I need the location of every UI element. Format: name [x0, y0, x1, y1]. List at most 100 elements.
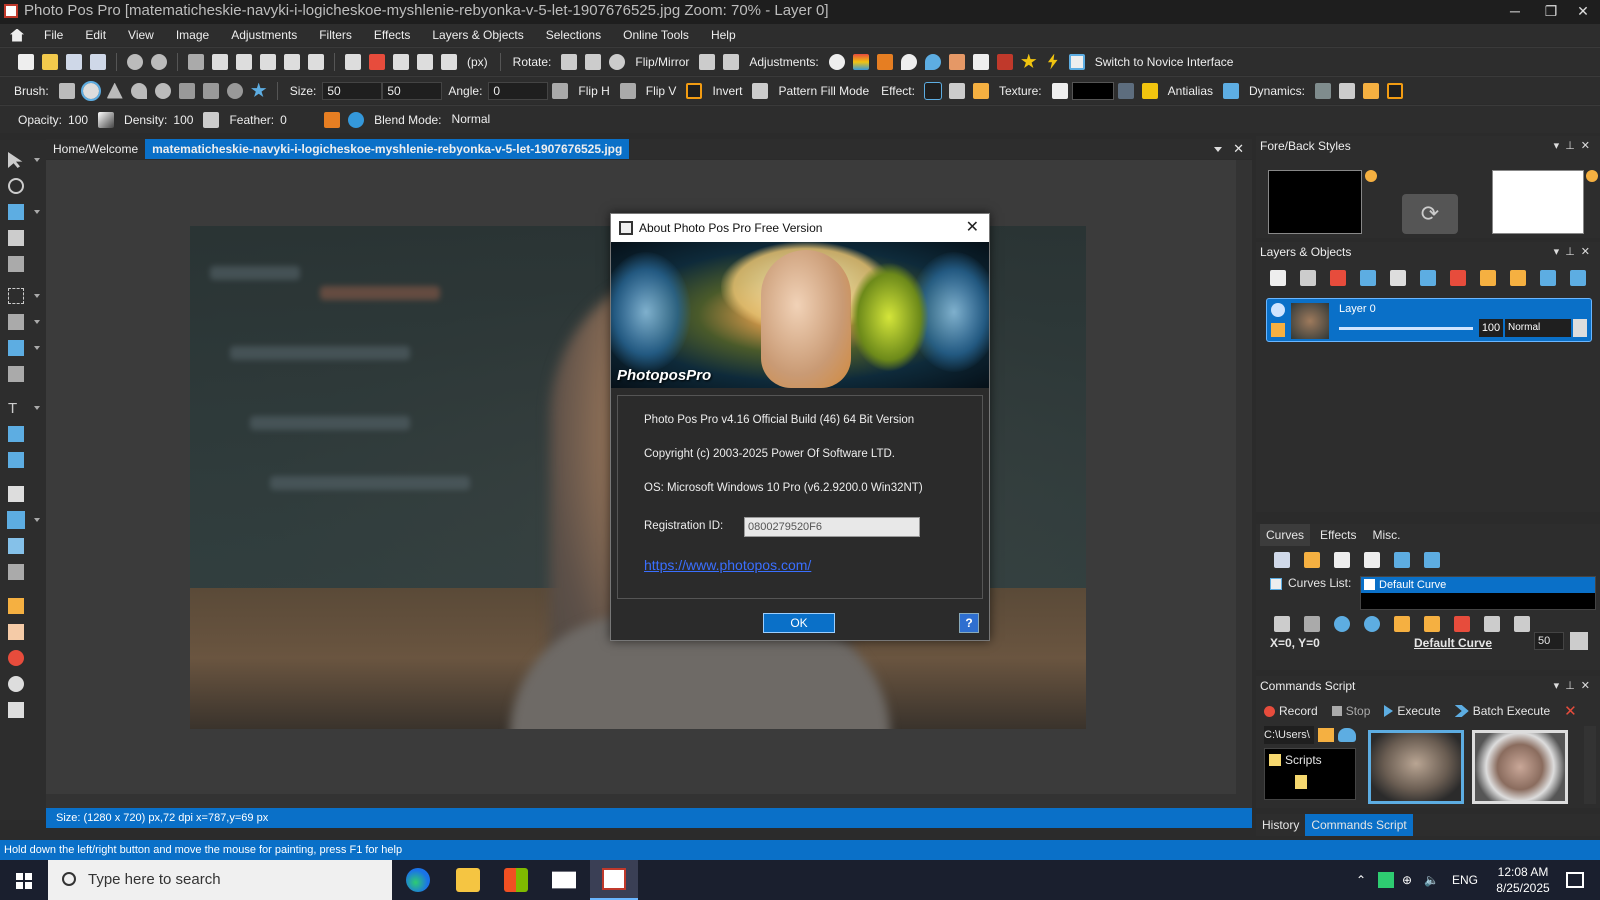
chevron-down-icon[interactable]	[34, 294, 40, 298]
new-layer-icon[interactable]	[1270, 270, 1286, 286]
back-style-icon[interactable]	[1586, 170, 1598, 182]
flip-icon[interactable]	[699, 53, 716, 70]
chevron-down-icon[interactable]	[34, 320, 40, 324]
tab-history[interactable]: History	[1256, 814, 1305, 836]
script-scrollbar[interactable]	[1584, 726, 1596, 804]
flip-h-icon[interactable]	[552, 82, 569, 99]
chevron-down-icon[interactable]	[34, 158, 40, 162]
brush-grass-icon[interactable]	[178, 82, 195, 99]
move-down-icon[interactable]	[1540, 270, 1556, 286]
ungroup-layer-icon[interactable]	[1510, 270, 1526, 286]
flip-v-button[interactable]: Flip V	[646, 84, 677, 98]
effect-brush-icon[interactable]	[923, 81, 942, 100]
feather-input[interactable]: 0	[280, 113, 314, 127]
tab-curves[interactable]: Curves	[1260, 524, 1311, 546]
contrast-icon[interactable]	[828, 53, 845, 70]
tab-misc[interactable]: Misc.	[1366, 524, 1406, 546]
script-path[interactable]: C:\Users\	[1264, 726, 1314, 744]
curve-copy-icon[interactable]	[1394, 616, 1410, 632]
curve-item-checkbox[interactable]	[1364, 579, 1375, 590]
sharpen-icon[interactable]	[900, 53, 917, 70]
effect-texture-icon[interactable]	[972, 82, 989, 99]
texture-checkbox[interactable]	[1051, 82, 1068, 99]
curve-up-icon[interactable]	[1394, 552, 1410, 568]
curve-flip-icon[interactable]	[1484, 616, 1500, 632]
preview-icon[interactable]	[308, 53, 324, 70]
move-bottom-icon[interactable]	[1570, 270, 1586, 286]
close-window-button[interactable]: ✕	[1566, 0, 1600, 22]
menu-layers-objects[interactable]: Layers & Objects	[432, 28, 523, 42]
ruler-icon[interactable]	[369, 53, 385, 70]
fore-color-swatch[interactable]	[1268, 170, 1362, 234]
mail-icon[interactable]	[552, 871, 576, 889]
panel-controls-icon[interactable]: ▾⊥✕	[1554, 242, 1596, 262]
color-balance-icon[interactable]	[852, 53, 869, 70]
shape-tool-icon[interactable]	[8, 426, 24, 442]
record-button[interactable]: Record	[1279, 704, 1318, 718]
curve-point-icon[interactable]	[1334, 616, 1350, 632]
help-button[interactable]: ?	[959, 613, 979, 633]
script-thumbnail-fisheye[interactable]	[1472, 730, 1568, 804]
batch-execute-button[interactable]: Batch Execute	[1473, 704, 1550, 718]
rotate-free-icon[interactable]	[609, 53, 626, 70]
grid-icon[interactable]	[345, 53, 361, 70]
delete-curve-icon[interactable]	[1364, 552, 1380, 568]
texture-dropdown-icon[interactable]	[1117, 82, 1134, 99]
clock[interactable]: 12:08 AM 8/25/2025	[1488, 864, 1558, 896]
rotate-left-icon[interactable]	[561, 53, 578, 70]
network-icon[interactable]: ⊕	[1402, 860, 1412, 900]
taskbar-search[interactable]: Type here to search	[48, 860, 392, 900]
tab-list-chevron-icon[interactable]	[1214, 147, 1222, 152]
brush-snowflake-icon[interactable]	[202, 82, 219, 99]
menu-online-tools[interactable]: Online Tools	[623, 28, 689, 42]
minimize-button[interactable]: ─	[1498, 0, 1532, 22]
layer-opacity-slider[interactable]	[1339, 327, 1473, 330]
novice-interface-button[interactable]: Switch to Novice Interface	[1095, 55, 1234, 69]
eraser-icon[interactable]	[8, 538, 24, 554]
pen-icon[interactable]	[8, 340, 24, 356]
lightning-icon[interactable]	[1047, 53, 1058, 70]
curves-list-checkbox[interactable]	[1270, 578, 1282, 590]
curve-add-icon[interactable]	[1364, 616, 1380, 632]
brush-settings-icon[interactable]	[1387, 82, 1404, 99]
tab-home-welcome[interactable]: Home/Welcome	[46, 139, 145, 159]
units-select[interactable]: (px)	[467, 55, 488, 69]
brush-square-icon[interactable]	[58, 82, 75, 99]
layer-opacity-input[interactable]: 100	[1479, 319, 1503, 337]
lock-icon[interactable]	[1271, 323, 1285, 337]
new-curve-icon[interactable]	[1334, 552, 1350, 568]
new-file-icon[interactable]	[18, 53, 34, 70]
curve-clear-icon[interactable]	[1454, 616, 1470, 632]
mirror-icon[interactable]	[723, 53, 740, 70]
guides-icon[interactable]	[393, 53, 409, 70]
size-width-input[interactable]: 50	[322, 81, 383, 100]
smudge-icon[interactable]	[8, 676, 24, 692]
chevron-down-icon[interactable]	[34, 210, 40, 214]
paste-icon[interactable]	[236, 53, 252, 70]
curve-mirror-icon[interactable]	[1514, 616, 1530, 632]
save-curve-icon[interactable]	[1274, 552, 1290, 568]
back-color-swatch[interactable]	[1492, 170, 1584, 234]
curve-smooth-icon[interactable]	[1304, 616, 1320, 632]
invert-checkbox[interactable]	[686, 82, 703, 99]
curve-value-input[interactable]: 50	[1534, 632, 1564, 650]
frame-icon[interactable]	[972, 53, 989, 70]
brush-tool-icon[interactable]	[7, 511, 25, 529]
brush-star-icon[interactable]	[251, 82, 267, 98]
rotate-right-icon[interactable]	[585, 53, 602, 70]
cloud-icon[interactable]	[1338, 728, 1356, 742]
file-explorer-icon[interactable]	[456, 868, 480, 892]
tab-active-document[interactable]: matematicheskie-navyki-i-logicheskoe-mys…	[145, 139, 630, 159]
swap-colors-icon[interactable]: ⟳	[1402, 194, 1458, 234]
tab-commands-script[interactable]: Commands Script	[1305, 814, 1413, 836]
star-icon[interactable]	[1021, 53, 1037, 69]
copy-icon[interactable]	[212, 53, 228, 70]
blend-dropdown-icon[interactable]	[1573, 319, 1587, 337]
save-as-icon[interactable]	[90, 53, 106, 70]
fill-bucket-icon[interactable]	[8, 486, 24, 502]
eye-icon[interactable]	[1271, 303, 1285, 317]
pattern-icon[interactable]	[752, 82, 769, 99]
load-brush-icon[interactable]	[1363, 82, 1380, 99]
chevron-down-icon[interactable]	[34, 346, 40, 350]
windows-start-icon[interactable]	[16, 873, 32, 889]
